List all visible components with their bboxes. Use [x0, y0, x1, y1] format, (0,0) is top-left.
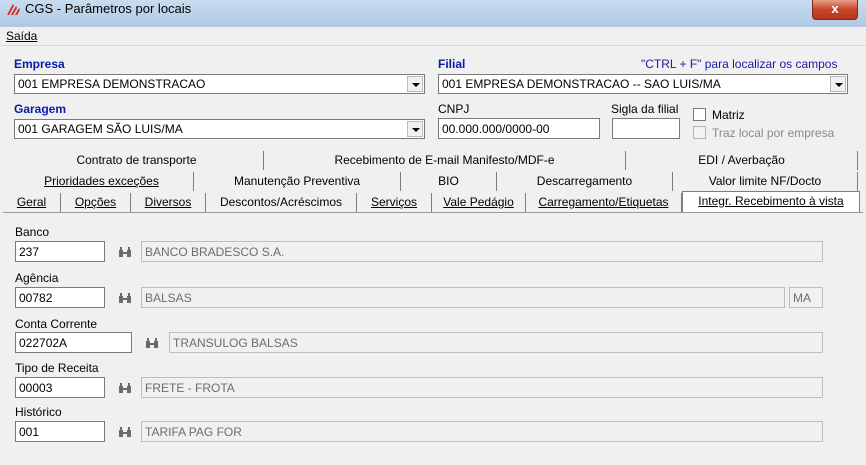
tab-contrato[interactable]: Contrato de transporte — [10, 151, 264, 170]
title-bar: CGS - Parâmetros por locais x — [0, 0, 866, 30]
tab-bio[interactable]: BIO — [401, 172, 497, 191]
tab-carregamento-label: Carregamento/Etiquetas — [538, 195, 669, 209]
agencia-search-button[interactable] — [114, 288, 136, 308]
filial-label: Filial — [438, 57, 466, 71]
agencia-desc: BALSAS — [145, 291, 192, 305]
tab-geral[interactable]: Geral — [3, 193, 61, 212]
chevron-down-icon[interactable] — [407, 76, 423, 92]
conta-desc-field: TRANSULOG BALSAS — [169, 332, 823, 353]
close-button[interactable]: x — [812, 0, 858, 20]
receita-search-button[interactable] — [114, 378, 136, 398]
tab-carregamento[interactable]: Carregamento/Etiquetas — [526, 193, 682, 212]
binoculars-icon — [119, 293, 131, 303]
garagem-value: 001 GARAGEM SÃO LUIS/MA — [18, 122, 183, 136]
tab-servicos[interactable]: Serviços — [357, 193, 432, 212]
tab-geral-label: Geral — [16, 195, 47, 209]
tab-recebimento-email[interactable]: Recebimento de E-mail Manifesto/MDF-e — [264, 151, 626, 170]
binoculars-icon — [119, 247, 131, 257]
tab-opcoes-label: Opções — [74, 195, 117, 209]
historico-desc: TARIFA PAG FOR — [145, 425, 242, 439]
traz-local-checkbox[interactable] — [693, 126, 706, 139]
historico-code: 001 — [19, 425, 40, 439]
tab-descarregamento[interactable]: Descarregamento — [497, 172, 673, 191]
tab-vale-pedagio[interactable]: Vale Pedágio — [432, 193, 526, 212]
agencia-label: Agência — [15, 271, 59, 285]
tab-valor-limite[interactable]: Valor limite NF/Docto — [673, 172, 858, 191]
tab-edi[interactable]: EDI / Averbação — [626, 151, 858, 170]
binoculars-icon — [146, 338, 158, 348]
tab-vale-pedagio-label: Vale Pedágio — [443, 195, 514, 209]
chevron-down-icon[interactable] — [830, 76, 846, 92]
empresa-value: 001 EMPRESA DEMONSTRACAO — [18, 77, 206, 91]
tab-integr-label: Integr. Recebimento à vista — [698, 194, 844, 208]
cnpj-label: CNPJ — [438, 102, 470, 116]
app-logo-icon — [5, 2, 21, 18]
banco-desc: BANCO BRADESCO S.A. — [145, 245, 285, 259]
banco-search-button[interactable] — [114, 242, 136, 262]
agencia-code: 00782 — [19, 291, 53, 305]
sigla-input[interactable] — [612, 118, 680, 139]
cnpj-input[interactable]: 00.000.000/0000-00 — [438, 118, 600, 139]
binoculars-icon — [119, 427, 131, 437]
empresa-select[interactable]: 001 EMPRESA DEMONSTRACAO — [14, 74, 425, 94]
historico-label: Histórico — [15, 405, 62, 419]
tab-descontos[interactable]: Descontos/Acréscimos — [206, 193, 357, 212]
window-title: CGS - Parâmetros por locais — [25, 1, 192, 16]
agencia-desc-field: BALSAS — [141, 287, 785, 308]
receita-code-input[interactable]: 00003 — [15, 377, 105, 398]
receita-desc-field: FRETE - FROTA — [141, 377, 823, 398]
tab-prioridades-label: Prioridades exceções — [44, 174, 159, 188]
tab-opcoes[interactable]: Opções — [61, 193, 131, 212]
tab-diversos-label: Diversos — [144, 195, 192, 209]
agencia-code-input[interactable]: 00782 — [15, 287, 105, 308]
filial-select[interactable]: 001 EMPRESA DEMONSTRACAO -- SAO LUIS/MA — [438, 74, 848, 94]
traz-local-label: Traz local por empresa — [712, 126, 835, 140]
conta-code-input[interactable]: 022702A — [15, 332, 132, 353]
menu-bar: Saída — [0, 27, 866, 46]
tab-integr-recebimento[interactable]: Integr. Recebimento à vista — [682, 191, 860, 212]
sigla-label: Sigla da filial — [611, 102, 679, 116]
garagem-select[interactable]: 001 GARAGEM SÃO LUIS/MA — [14, 119, 425, 139]
tab-diversos[interactable]: Diversos — [131, 193, 206, 212]
menu-saida-label: Saída — [6, 29, 38, 43]
historico-code-input[interactable]: 001 — [15, 421, 105, 442]
matriz-checkbox[interactable] — [693, 108, 706, 121]
tab-prioridades[interactable]: Prioridades exceções — [10, 172, 194, 191]
garagem-label: Garagem — [14, 102, 67, 116]
conta-code: 022702A — [19, 336, 68, 350]
tab-servicos-label: Serviços — [370, 195, 417, 209]
receita-code: 00003 — [19, 381, 53, 395]
main-panel: Empresa 001 EMPRESA DEMONSTRACAO Filial … — [0, 46, 866, 465]
cnpj-value: 00.000.000/0000-00 — [442, 122, 550, 136]
menu-saida[interactable]: Saída — [6, 29, 37, 43]
tab-row-1: Contrato de transporte Recebimento de E-… — [10, 151, 860, 170]
filial-value: 001 EMPRESA DEMONSTRACAO -- SAO LUIS/MA — [442, 77, 721, 91]
banco-code-input[interactable]: 237 — [15, 241, 105, 262]
receita-label: Tipo de Receita — [15, 361, 99, 375]
banco-code: 237 — [19, 245, 40, 259]
receita-desc: FRETE - FROTA — [145, 381, 235, 395]
tab-manutencao[interactable]: Manutenção Preventiva — [194, 172, 401, 191]
conta-search-button[interactable] — [141, 333, 163, 353]
banco-desc-field: BANCO BRADESCO S.A. — [141, 241, 823, 262]
agencia-uf-field: MA — [789, 287, 823, 308]
historico-desc-field: TARIFA PAG FOR — [141, 421, 823, 442]
matriz-label: Matriz — [712, 108, 745, 122]
historico-search-button[interactable] — [114, 422, 136, 442]
conta-desc: TRANSULOG BALSAS — [173, 336, 298, 350]
binoculars-icon — [119, 383, 131, 393]
empresa-label: Empresa — [14, 57, 65, 71]
tab-row-2: Prioridades exceções Manutenção Preventi… — [10, 172, 860, 191]
tab-content-integr: Banco 237 BANCO BRADESCO S.A. Agência 00… — [3, 212, 863, 462]
agencia-uf: MA — [793, 291, 811, 305]
search-hint: "CTRL + F" para localizar os campos — [641, 57, 838, 71]
banco-label: Banco — [15, 225, 50, 239]
chevron-down-icon[interactable] — [407, 121, 423, 137]
tab-row-3: Geral Opções Diversos Descontos/Acréscim… — [3, 191, 861, 212]
conta-label: Conta Corrente — [15, 317, 98, 331]
